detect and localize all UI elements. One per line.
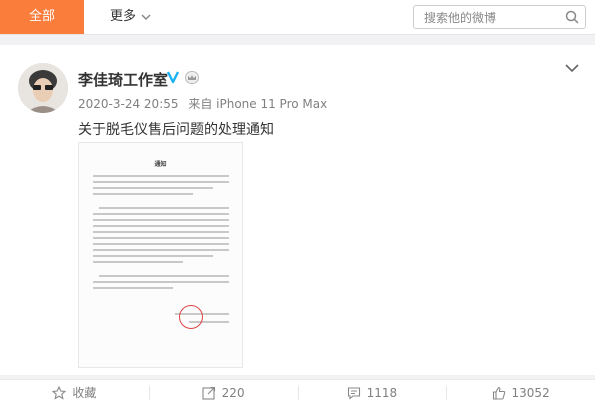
post-text: 关于脱毛仪售后问题的处理通知 [78, 122, 274, 138]
document-text-line [93, 237, 229, 239]
document-text-line [93, 219, 229, 221]
document-text-line [93, 287, 173, 289]
verified-icon [166, 71, 180, 84]
repost-button[interactable]: 220 [148, 380, 298, 405]
repost-icon [202, 386, 215, 400]
member-crown-icon[interactable] [185, 71, 199, 84]
document-text-line [99, 207, 229, 209]
document-text-line [93, 213, 229, 215]
document-text-line [93, 193, 193, 195]
action-bar: 收藏 220 1118 13052 [0, 379, 595, 405]
document-text-line [93, 231, 229, 233]
search-input[interactable] [422, 9, 561, 27]
like-button[interactable]: 13052 [446, 380, 595, 405]
document-stamp [179, 305, 203, 329]
star-icon [52, 385, 67, 400]
document-text-line [93, 243, 229, 245]
like-count: 13052 [511, 385, 550, 400]
tab-more-label: 更多 [110, 9, 137, 24]
favorite-button[interactable]: 收藏 [0, 380, 149, 405]
comment-icon [347, 386, 360, 400]
search-box [413, 5, 586, 29]
post-timestamp[interactable]: 2020-3-24 20:55 [78, 97, 179, 111]
post-meta: 2020-3-24 20:55 来自 iPhone 11 Pro Max [78, 95, 333, 112]
tab-more[interactable]: 更多 [110, 0, 152, 34]
document-text-line [93, 249, 229, 251]
document-text-line [93, 187, 213, 189]
comment-count: 1118 [366, 385, 398, 400]
username[interactable]: 李佳琦工作室 [78, 69, 168, 90]
post-image-document[interactable]: 通知 [78, 142, 243, 368]
post-source: 来自 iPhone 11 Pro Max [188, 97, 328, 111]
comment-button[interactable]: 1118 [297, 380, 447, 405]
tab-all[interactable]: 全部 [0, 0, 84, 34]
post-card: 李佳琦工作室 2020-3-24 20:55 来自 iPhone 11 Pro … [0, 45, 595, 375]
post-menu-chevron-icon[interactable] [565, 63, 579, 73]
top-nav: 全部 更多 [0, 0, 595, 35]
document-text-line [93, 255, 213, 257]
search-icon[interactable] [565, 10, 579, 24]
repost-count: 220 [221, 385, 245, 400]
favorite-label: 收藏 [72, 386, 97, 400]
document-text-line [93, 281, 229, 283]
avatar[interactable] [18, 63, 68, 113]
like-icon [492, 386, 505, 400]
document-text-line [93, 225, 229, 227]
document-heading: 通知 [154, 161, 167, 168]
document-text-line [93, 261, 183, 263]
document-text-line [99, 275, 229, 277]
document-text-line [93, 181, 229, 183]
chevron-down-icon [141, 14, 151, 21]
avatar-image [18, 63, 68, 113]
document-text-line [93, 175, 229, 177]
